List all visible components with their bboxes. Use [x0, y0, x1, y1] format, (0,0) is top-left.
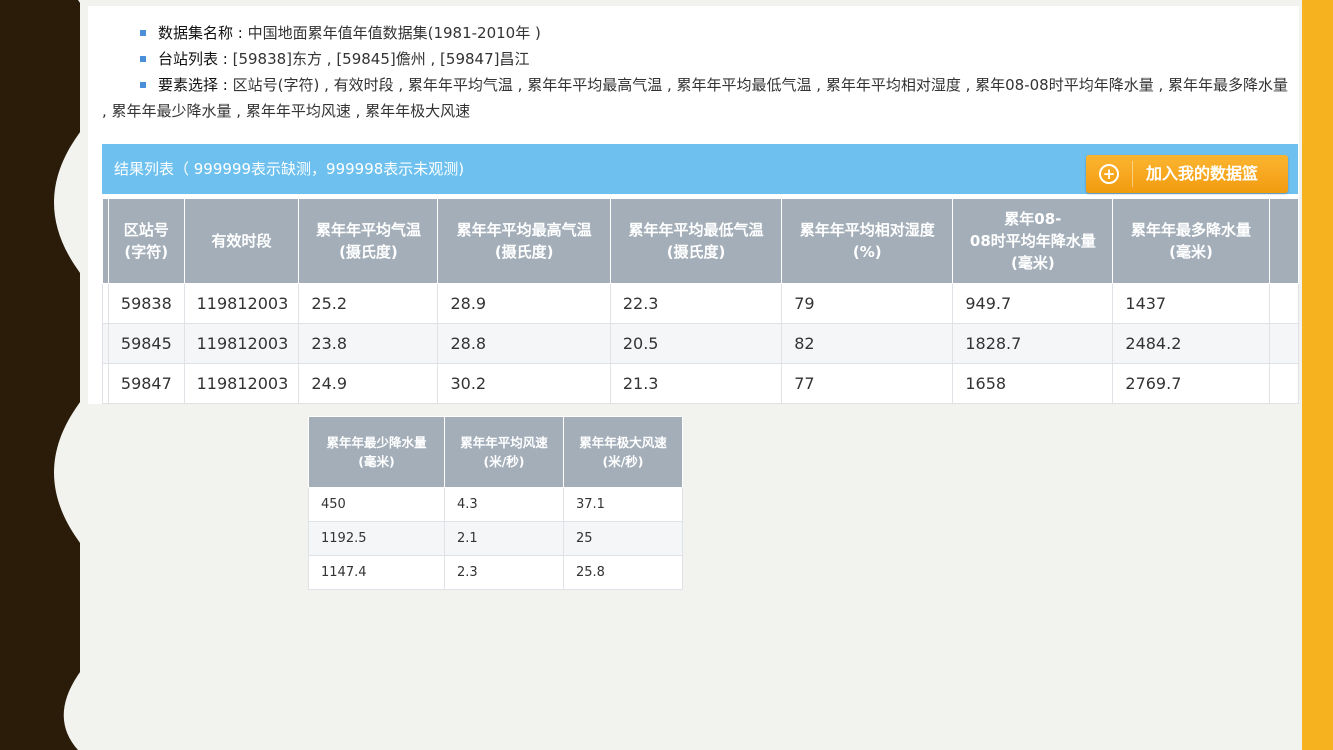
table-cell: 1192.5	[308, 521, 445, 556]
table-cell: 24.9	[298, 363, 439, 404]
table-cell: 1658	[952, 363, 1114, 404]
dataset-name-value: 中国地面累年值年值数据集(1981-2010年 )	[242, 24, 541, 42]
table-cell: 1147.4	[308, 555, 445, 590]
bullet-icon	[140, 56, 146, 62]
stations-line: 台站列表 : [59838]东方 , [59845]儋州 , [59847]昌江	[88, 46, 1299, 72]
table-cell: 119812003	[183, 323, 300, 364]
column-header[interactable]: 累年年平均相对湿度 (%)	[781, 198, 954, 284]
result-table: 区站号 (字符) 有效时段 累年年平均气温 (摄氏度) 累年年平均最高气温 (摄氏度)…	[102, 198, 1299, 404]
table-cell: 119812003	[183, 363, 300, 404]
table-cell: 59847	[107, 363, 185, 404]
add-to-data-basket-label: 加入我的数据篮	[1146, 164, 1259, 183]
table-cell: 79	[781, 283, 954, 324]
elements-line: 要素选择 : 区站号(字符) , 有效时段 , 累年年平均气温 , 累年年平均最…	[88, 72, 1299, 124]
table-cell: 1437	[1112, 283, 1270, 324]
table-cell: 37.1	[563, 487, 683, 522]
column-header[interactable]: 累年年极大风速 (米/秒)	[563, 416, 683, 488]
table-row: 59838 119812003 25.2 28.9 22.3 79 949.7 …	[102, 283, 1299, 324]
result-table-header: 区站号 (字符) 有效时段 累年年平均气温 (摄氏度) 累年年平均最高气温 (摄氏度)…	[102, 198, 1299, 284]
dataset-name-label: 数据集名称 :	[158, 24, 243, 42]
table-cell: 59845	[107, 323, 185, 364]
table-cell: 25.8	[563, 555, 683, 590]
column-header[interactable]: 累年年最多降水量 (毫米)	[1112, 198, 1270, 284]
table-row: 450 4.3 37.1	[308, 487, 683, 522]
table-cell: 450	[308, 487, 445, 522]
table-cell: 119812003	[183, 283, 300, 324]
truncated-column-header	[1268, 198, 1299, 284]
result-list-title: 结果列表（ 999999表示缺测，999998表示未观测)	[114, 160, 465, 178]
dataset-info: 数据集名称 : 中国地面累年值年值数据集(1981-2010年 ) 台站列表 :…	[88, 20, 1299, 124]
table-row: 1147.4 2.3 25.8	[308, 555, 683, 590]
table-cell: 82	[781, 323, 954, 364]
dataset-name-line: 数据集名称 : 中国地面累年值年值数据集(1981-2010年 )	[88, 20, 1299, 46]
column-header[interactable]: 累年年平均最低气温 (摄氏度)	[609, 198, 783, 284]
stations-label: 台站列表 :	[158, 50, 228, 68]
column-header[interactable]: 累年年平均最高气温 (摄氏度)	[437, 198, 611, 284]
table-cell: 59838	[107, 283, 185, 324]
right-decor-band	[1302, 0, 1333, 750]
table-cell: 20.5	[609, 323, 783, 364]
table-row: 1192.5 2.1 25	[308, 521, 683, 556]
column-header[interactable]: 区站号 (字符)	[107, 198, 185, 284]
table-cell: 30.2	[437, 363, 611, 404]
table-cell: 2769.7	[1112, 363, 1270, 404]
continued-table-header: 累年年最少降水量 (毫米) 累年年平均风速 (米/秒) 累年年极大风速 (米/秒)	[308, 416, 683, 488]
column-header[interactable]: 累年年平均气温 (摄氏度)	[298, 198, 439, 284]
table-cell: 2.1	[444, 521, 564, 556]
elements-label: 要素选择 :	[158, 76, 228, 94]
table-cell: 25.2	[298, 283, 439, 324]
add-to-data-basket-button[interactable]: + 加入我的数据篮	[1086, 155, 1288, 193]
table-cell: 28.8	[437, 323, 611, 364]
table-cell: 1828.7	[952, 323, 1114, 364]
scalloped-edge-decor	[54, 0, 100, 750]
table-cell: 77	[781, 363, 954, 404]
column-header[interactable]: 累年08- 08时平均年降水量 (毫米)	[952, 198, 1114, 284]
table-cell: 25	[563, 521, 683, 556]
plus-circle-icon: +	[1099, 164, 1119, 184]
table-row: 59845 119812003 23.8 28.8 20.5 82 1828.7…	[102, 323, 1299, 364]
bullet-icon	[140, 30, 146, 36]
continued-result-table: 累年年最少降水量 (毫米) 累年年平均风速 (米/秒) 累年年极大风速 (米/秒) 4…	[308, 416, 683, 590]
result-list-header: 结果列表（ 999999表示缺测，999998表示未观测) + 加入我的数据篮	[102, 144, 1298, 194]
table-cell: 22.3	[609, 283, 783, 324]
table-cell: 2.3	[444, 555, 564, 590]
elements-value: 区站号(字符) , 有效时段 , 累年年平均气温 , 累年年平均最高气温 , 累…	[102, 76, 1289, 120]
query-screenshot-panel: 数据集名称 : 中国地面累年值年值数据集(1981-2010年 ) 台站列表 :…	[88, 6, 1299, 404]
table-cell: 23.8	[298, 323, 439, 364]
table-cell: 28.9	[437, 283, 611, 324]
column-header[interactable]: 累年年平均风速 (米/秒)	[444, 416, 564, 488]
stations-value: [59838]东方 , [59845]儋州 , [59847]昌江	[227, 50, 530, 68]
table-row: 59847 119812003 24.9 30.2 21.3 77 1658 2…	[102, 363, 1299, 404]
column-header[interactable]: 有效时段	[183, 198, 300, 284]
column-header[interactable]: 累年年最少降水量 (毫米)	[308, 416, 445, 488]
table-cell: 21.3	[609, 363, 783, 404]
table-cell: 4.3	[444, 487, 564, 522]
table-cell: 2484.2	[1112, 323, 1270, 364]
table-cell: 949.7	[952, 283, 1114, 324]
